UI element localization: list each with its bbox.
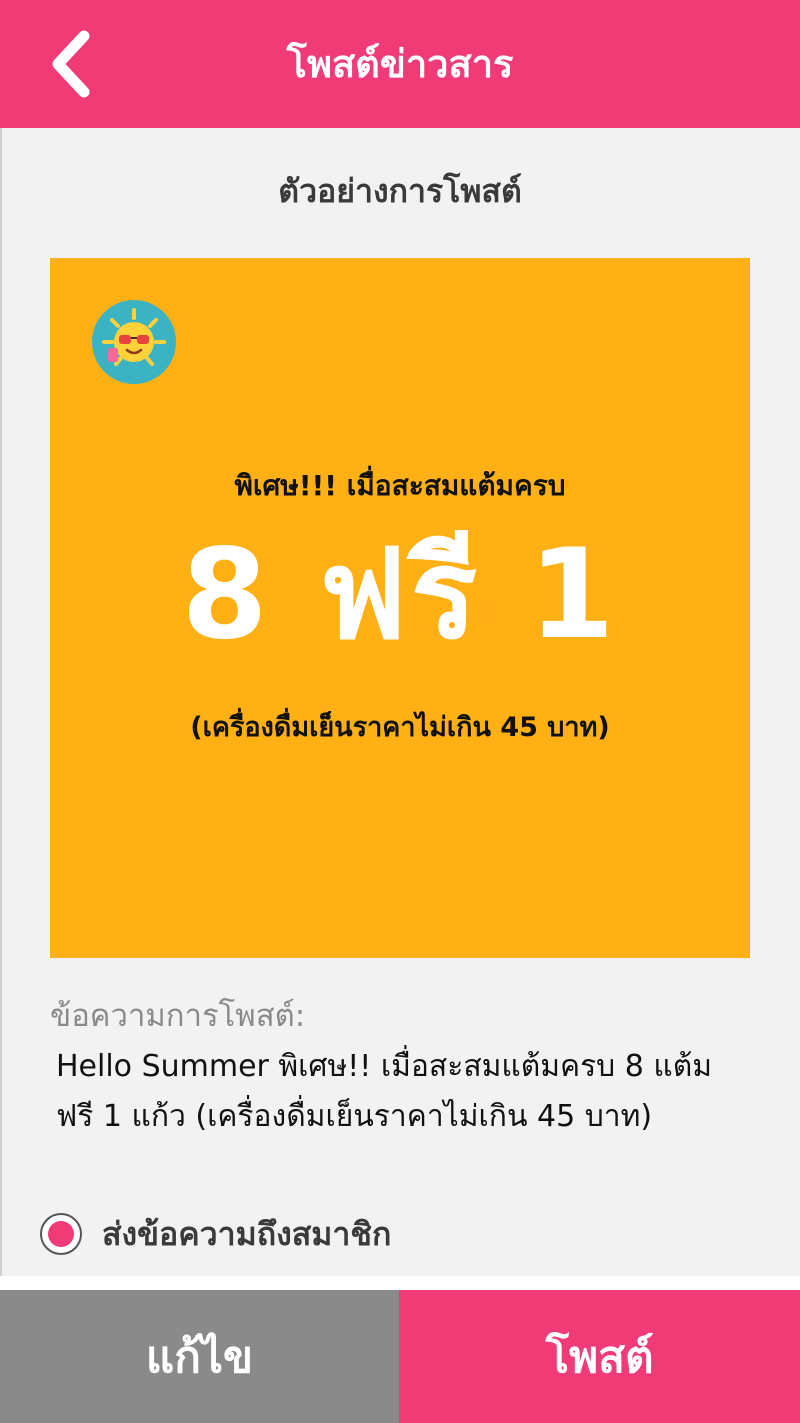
radio-selected-dot: [48, 1221, 74, 1247]
post-button[interactable]: โพสต์: [399, 1290, 800, 1423]
message-body: Hello Summer พิเศษ!! เมื่อสะสมแต้มครบ 8 …: [56, 1049, 712, 1134]
promo-condition: (เครื่องดื่มเย็นราคาไม่เกิน 45 บาท): [190, 712, 610, 743]
sun-sunglasses-icon: [92, 300, 176, 384]
preview-heading: ตัวอย่างการโพสต์: [278, 172, 522, 210]
promo-offer: 8 ฟรี 1: [181, 523, 619, 667]
divider: [0, 1276, 800, 1290]
page-title: โพสต์ข่าวสาร: [286, 42, 514, 86]
edit-button[interactable]: แก้ไข: [0, 1290, 399, 1423]
send-to-members-option[interactable]: ส่งข้อความถึงสมาชิก: [40, 1208, 391, 1260]
message-label: ข้อความการโพสต์:: [50, 998, 306, 1034]
promo-headline: พิเศษ!!! เมื่อสะสมแต้มครบ: [234, 469, 566, 502]
send-to-members-label: ส่งข้อความถึงสมาชิก: [102, 1214, 392, 1253]
radio-button[interactable]: [40, 1213, 82, 1255]
app-header: โพสต์ข่าวสาร: [0, 0, 800, 128]
